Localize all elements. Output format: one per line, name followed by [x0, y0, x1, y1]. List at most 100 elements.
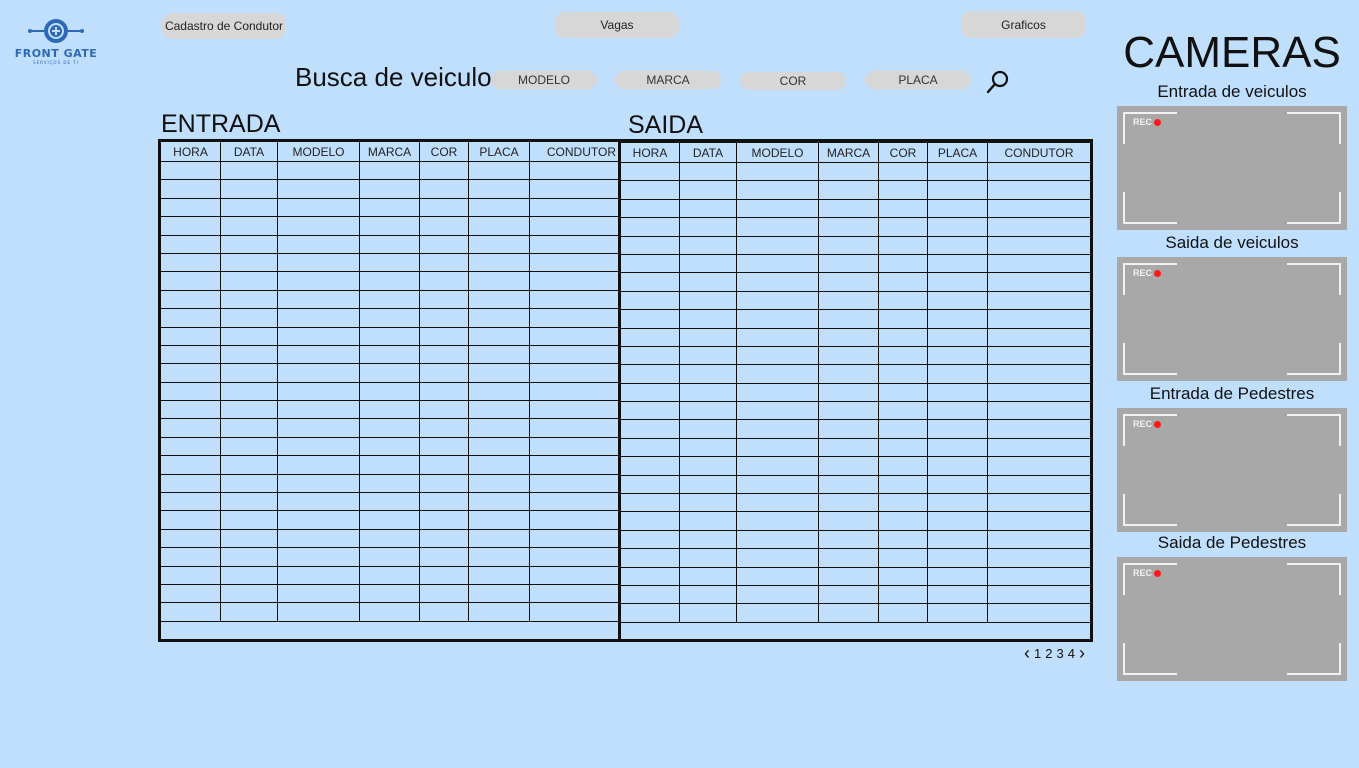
- table-cell[interactable]: [736, 309, 819, 329]
- table-cell[interactable]: [529, 289, 621, 310]
- table-cell[interactable]: [736, 327, 819, 347]
- table-cell[interactable]: [220, 289, 278, 310]
- table-cell[interactable]: [987, 345, 1091, 366]
- table-cell[interactable]: [359, 565, 420, 585]
- table-row[interactable]: [160, 289, 621, 310]
- col-data[interactable]: DATA: [679, 142, 737, 163]
- table-cell[interactable]: [529, 436, 621, 457]
- table-cell[interactable]: [160, 602, 221, 622]
- vagas-button[interactable]: Vagas: [555, 12, 679, 38]
- table-cell[interactable]: [220, 381, 278, 402]
- table-cell[interactable]: [160, 381, 221, 402]
- table-row[interactable]: [160, 455, 621, 475]
- table-row[interactable]: [160, 492, 621, 512]
- next-page-icon[interactable]: ›: [1079, 643, 1085, 664]
- table-cell[interactable]: [277, 436, 360, 457]
- table-cell[interactable]: [220, 308, 278, 328]
- table-cell[interactable]: [736, 253, 819, 274]
- table-cell[interactable]: [878, 437, 928, 458]
- table-cell[interactable]: [987, 548, 1091, 568]
- table-cell[interactable]: [620, 309, 680, 329]
- table-cell[interactable]: [987, 217, 1091, 237]
- table-row[interactable]: [620, 548, 1091, 568]
- table-cell[interactable]: [878, 161, 928, 182]
- table-cell[interactable]: [679, 253, 737, 274]
- table-cell[interactable]: [818, 419, 879, 439]
- table-cell[interactable]: [529, 492, 621, 512]
- table-cell[interactable]: [277, 179, 360, 199]
- table-cell[interactable]: [160, 436, 221, 457]
- table-cell[interactable]: [468, 289, 530, 310]
- table-cell[interactable]: [277, 216, 360, 236]
- table-cell[interactable]: [620, 401, 680, 421]
- table-cell[interactable]: [927, 290, 988, 311]
- table-cell[interactable]: [419, 160, 469, 181]
- table-cell[interactable]: [987, 456, 1091, 476]
- table-cell[interactable]: [277, 492, 360, 512]
- table-cell[interactable]: [679, 272, 737, 292]
- table-row[interactable]: [160, 400, 621, 420]
- table-cell[interactable]: [529, 326, 621, 346]
- table-cell[interactable]: [529, 197, 621, 218]
- table-row[interactable]: [160, 436, 621, 457]
- table-cell[interactable]: [529, 381, 621, 402]
- table-cell[interactable]: [927, 603, 988, 623]
- table-cell[interactable]: [679, 437, 737, 458]
- table-cell[interactable]: [818, 364, 879, 384]
- table-cell[interactable]: [160, 252, 221, 273]
- table-cell[interactable]: [277, 381, 360, 402]
- table-cell[interactable]: [359, 252, 420, 273]
- table-cell[interactable]: [419, 400, 469, 420]
- table-row[interactable]: [620, 584, 1091, 605]
- table-cell[interactable]: [927, 309, 988, 329]
- table-cell[interactable]: [987, 161, 1091, 182]
- table-cell[interactable]: [620, 584, 680, 605]
- table-cell[interactable]: [927, 511, 988, 531]
- camera-feed-entrada-veiculos[interactable]: REC: [1117, 106, 1347, 230]
- table-cell[interactable]: [878, 382, 928, 403]
- table-cell[interactable]: [468, 197, 530, 218]
- table-cell[interactable]: [359, 381, 420, 402]
- table-row[interactable]: [160, 271, 621, 291]
- table-cell[interactable]: [468, 602, 530, 622]
- table-cell[interactable]: [818, 327, 879, 347]
- table-cell[interactable]: [736, 548, 819, 568]
- camera-feed-saida-veiculos[interactable]: REC: [1117, 257, 1347, 381]
- page-3[interactable]: 3: [1056, 646, 1063, 661]
- table-cell[interactable]: [220, 418, 278, 438]
- table-cell[interactable]: [529, 583, 621, 604]
- page-1[interactable]: 1: [1034, 646, 1041, 661]
- col-data[interactable]: DATA: [220, 141, 278, 162]
- table-cell[interactable]: [220, 583, 278, 604]
- table-cell[interactable]: [878, 235, 928, 255]
- table-cell[interactable]: [818, 584, 879, 605]
- table-row[interactable]: [160, 528, 621, 549]
- table-cell[interactable]: [736, 290, 819, 311]
- table-cell[interactable]: [987, 382, 1091, 403]
- table-cell[interactable]: [878, 474, 928, 495]
- filter-placa[interactable]: PLACA: [865, 71, 971, 89]
- table-cell[interactable]: [818, 456, 879, 476]
- table-row[interactable]: [620, 474, 1091, 495]
- table-cell[interactable]: [468, 492, 530, 512]
- table-cell[interactable]: [359, 436, 420, 457]
- table-row[interactable]: [620, 437, 1091, 458]
- table-cell[interactable]: [277, 528, 360, 549]
- table-row[interactable]: [160, 473, 621, 494]
- table-cell[interactable]: [987, 566, 1091, 586]
- col-marca[interactable]: MARCA: [359, 141, 420, 162]
- table-row[interactable]: [620, 345, 1091, 366]
- table-cell[interactable]: [529, 418, 621, 438]
- table-cell[interactable]: [679, 198, 737, 219]
- table-cell[interactable]: [878, 198, 928, 219]
- table-cell[interactable]: [359, 344, 420, 365]
- table-cell[interactable]: [160, 216, 221, 236]
- table-cell[interactable]: [160, 547, 221, 567]
- table-cell[interactable]: [160, 473, 221, 494]
- table-cell[interactable]: [419, 583, 469, 604]
- table-row[interactable]: [160, 160, 621, 181]
- table-cell[interactable]: [927, 253, 988, 274]
- table-cell[interactable]: [529, 528, 621, 549]
- table-cell[interactable]: [878, 584, 928, 605]
- table-cell[interactable]: [529, 565, 621, 585]
